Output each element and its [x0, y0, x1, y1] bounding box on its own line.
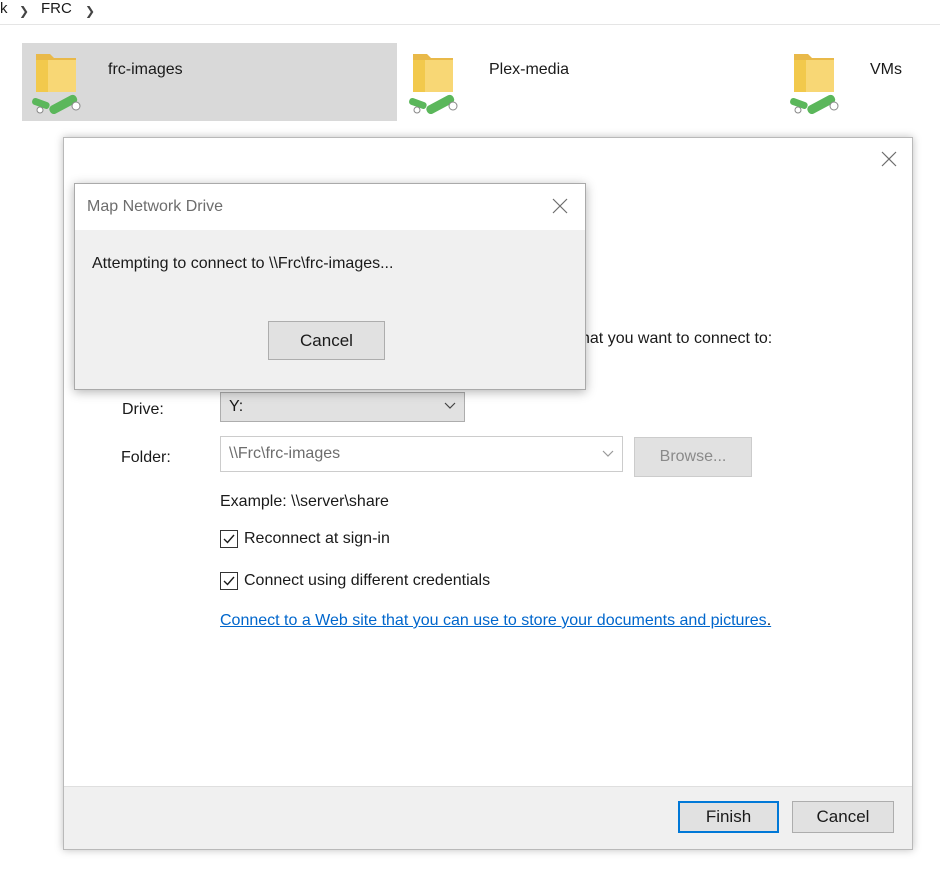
browse-button-label: Browse... [659, 448, 727, 465]
folder-item-plex-media[interactable]: Plex-media [405, 43, 735, 121]
browse-button[interactable]: Browse... [634, 437, 752, 477]
dialog-title: Map Network Drive [87, 198, 224, 215]
chevron-down-icon [444, 402, 456, 409]
breadcrumb-chevron-icon[interactable]: ❯ [19, 2, 29, 20]
folder-item-frc-images[interactable]: frc-images [22, 43, 397, 121]
folder-label: Plex-media [489, 61, 570, 78]
breadcrumb-item-previous[interactable]: k [0, 0, 8, 18]
folder-combobox[interactable]: \\Frc\frc-images [220, 436, 623, 472]
finish-button-label: Finish [705, 807, 752, 826]
cancel-button[interactable]: Cancel [792, 801, 894, 833]
instruction-text: hat you want to connect to: [581, 330, 773, 347]
connecting-dialog: Map Network Drive Attempting to connect … [74, 183, 586, 390]
folder-item-vms[interactable]: VMs [786, 43, 940, 121]
reconnect-checkbox[interactable] [220, 530, 238, 548]
network-folder-icon [409, 54, 458, 115]
reconnect-label: Reconnect at sign-in [244, 530, 390, 547]
breadcrumb: k ❯ FRC ❯ [0, 0, 940, 25]
close-icon[interactable] [551, 197, 569, 215]
checkmark-icon [223, 576, 235, 586]
folder-combobox-value: \\Frc\frc-images [229, 445, 341, 462]
credentials-checkbox-row[interactable]: Connect using different credentials [220, 572, 490, 590]
web-site-link-text[interactable]: Connect to a Web site that you can use t… [220, 612, 767, 629]
finish-button[interactable]: Finish [678, 801, 779, 833]
reconnect-checkbox-row[interactable]: Reconnect at sign-in [220, 530, 390, 548]
cancel-button-label: Cancel [816, 807, 870, 826]
dialog-titlebar: Map Network Drive [75, 184, 585, 230]
link-suffix: . [766, 612, 772, 629]
folder-label: Folder: [121, 449, 171, 466]
credentials-label: Connect using different credentials [244, 572, 491, 589]
folder-label: frc-images [108, 61, 183, 78]
connecting-message: Attempting to connect to \\Frc\frc-image… [92, 255, 394, 272]
folder-label: VMs [870, 61, 902, 78]
checkmark-icon [223, 534, 235, 544]
cancel-connect-button-label: Cancel [300, 330, 353, 350]
breadcrumb-chevron-icon[interactable]: ❯ [85, 2, 95, 20]
wizard-footer: Finish Cancel [64, 786, 912, 849]
cancel-connect-button[interactable]: Cancel [268, 321, 385, 360]
example-text: Example: \\server\share [220, 493, 389, 510]
web-site-link[interactable]: Connect to a Web site that you can use t… [220, 612, 771, 630]
drive-select[interactable]: Y: [220, 392, 465, 422]
network-folder-icon [790, 54, 839, 115]
breadcrumb-item-current[interactable]: FRC [41, 0, 72, 18]
close-icon[interactable] [880, 150, 898, 168]
drive-label: Drive: [122, 401, 164, 418]
chevron-down-icon [602, 450, 614, 457]
credentials-checkbox[interactable] [220, 572, 238, 590]
network-folder-icon [32, 54, 81, 115]
drive-select-value: Y: [229, 398, 244, 415]
